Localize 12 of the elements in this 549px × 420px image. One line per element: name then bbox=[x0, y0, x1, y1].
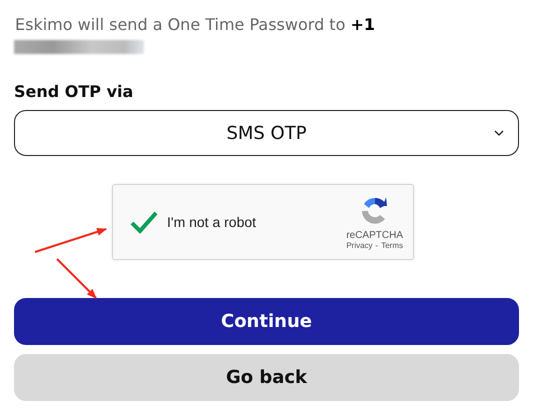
link-separator: - bbox=[376, 240, 378, 250]
info-message: Eskimo will send a One Time Password to +1 bbox=[15, 14, 376, 36]
field-label: Send OTP via bbox=[14, 82, 134, 101]
terms-link[interactable]: Terms bbox=[381, 240, 403, 250]
captcha-brand: reCAPTCHA bbox=[346, 230, 403, 240]
privacy-link[interactable]: Privacy bbox=[346, 240, 373, 250]
otp-method-select[interactable]: SMS OTP bbox=[14, 110, 519, 156]
continue-button[interactable]: Continue bbox=[14, 298, 519, 345]
back-button[interactable]: Go back bbox=[14, 354, 519, 401]
caret-icon bbox=[494, 129, 504, 137]
annotation-arrow bbox=[56, 258, 97, 299]
captcha-label: I'm not a robot bbox=[167, 214, 258, 230]
